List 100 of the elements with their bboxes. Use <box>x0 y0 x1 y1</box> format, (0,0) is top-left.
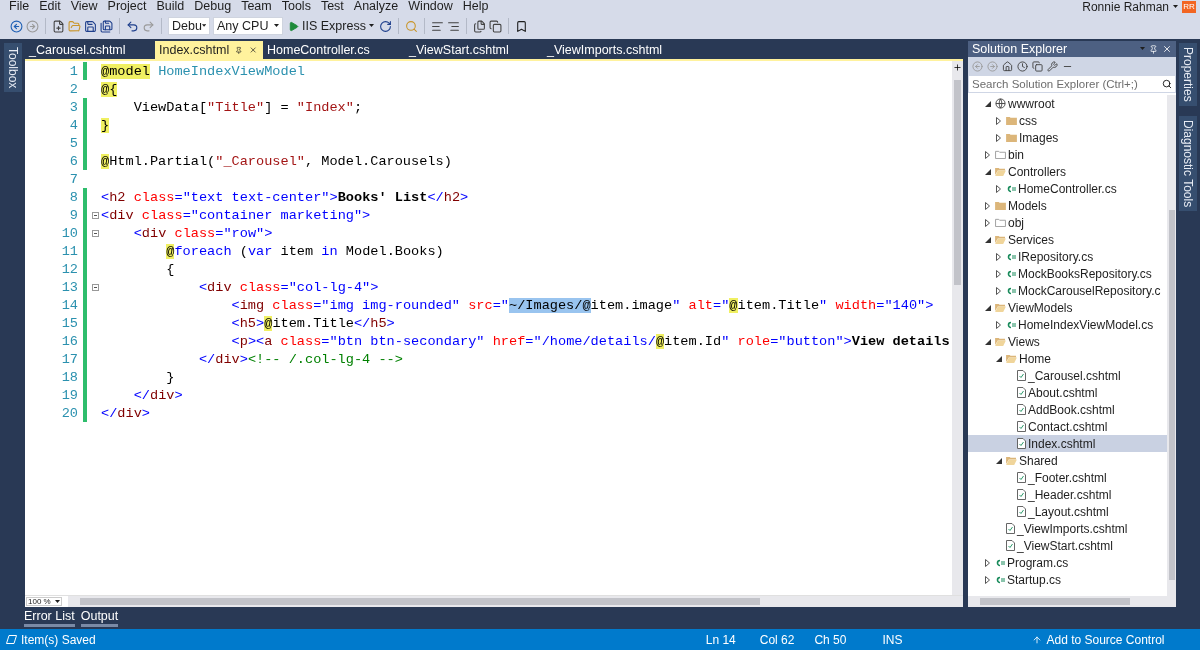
save-all-icon[interactable] <box>100 19 113 33</box>
tree-item[interactable]: Shared <box>968 452 1167 469</box>
new-file-icon[interactable] <box>52 19 65 33</box>
search-field[interactable]: Search Solution Explorer (Ctrl+;) <box>968 75 1176 93</box>
menu-item[interactable]: Help <box>457 0 494 13</box>
close-icon[interactable] <box>1162 44 1172 54</box>
tree-item[interactable]: Controllers <box>968 163 1167 180</box>
tree-item[interactable]: Images <box>968 129 1167 146</box>
menu-item[interactable]: Edit <box>34 0 66 13</box>
collapsed-arrow-icon[interactable] <box>985 150 990 159</box>
menu-item[interactable]: File <box>4 0 35 13</box>
editor-tab[interactable]: HomeController.cs <box>263 41 405 59</box>
split-icon[interactable] <box>953 63 962 72</box>
editor-tab[interactable]: _ViewStart.cshtml <box>405 41 543 59</box>
scrollbar-thumb[interactable] <box>1168 210 1175 580</box>
expanded-arrow-icon[interactable] <box>984 236 991 243</box>
vertical-scrollbar[interactable] <box>1167 95 1176 596</box>
outdent-icon[interactable] <box>430 19 444 33</box>
wrench-icon[interactable] <box>1047 60 1058 72</box>
tree-item[interactable]: ViewModels <box>968 299 1167 316</box>
home-icon[interactable] <box>1002 60 1013 72</box>
tree-item[interactable]: obj <box>968 214 1167 231</box>
scrollbar-thumb[interactable] <box>954 80 961 285</box>
tree-item[interactable]: _ViewStart.cshtml <box>968 537 1167 554</box>
collapse-icon[interactable] <box>92 283 99 291</box>
tree-item[interactable]: Views <box>968 333 1167 350</box>
expanded-arrow-icon[interactable] <box>995 457 1002 464</box>
tree-item[interactable]: Index.cshtml <box>968 435 1167 452</box>
menu-item[interactable]: Team <box>236 0 277 13</box>
menu-item[interactable]: Test <box>315 0 349 13</box>
tree-item[interactable]: HomeIndexViewModel.cs <box>968 316 1167 333</box>
clock-icon[interactable] <box>1017 60 1028 72</box>
menu-item[interactable]: Debug <box>189 0 237 13</box>
tree-item[interactable]: _Carousel.cshtml <box>968 367 1167 384</box>
tree-item[interactable]: css <box>968 112 1167 129</box>
scrollbar-thumb[interactable] <box>980 598 1130 605</box>
editor-tab[interactable]: _Carousel.cshtml <box>25 41 155 59</box>
collapsed-arrow-icon[interactable] <box>996 320 1001 329</box>
expanded-arrow-icon[interactable] <box>984 338 991 345</box>
undo-icon[interactable] <box>126 19 139 33</box>
collapsed-arrow-icon[interactable] <box>996 269 1001 278</box>
collapse-icon[interactable] <box>92 211 99 219</box>
tree-item[interactable]: MockBooksRepository.cs <box>968 265 1167 282</box>
tree-item[interactable]: IRepository.cs <box>968 248 1167 265</box>
vertical-scrollbar[interactable] <box>952 61 963 595</box>
collapsed-arrow-icon[interactable] <box>996 252 1001 261</box>
tree-item[interactable]: _Header.cshtml <box>968 486 1167 503</box>
bookmark-icon[interactable] <box>514 19 528 33</box>
collapsed-arrow-icon[interactable] <box>985 201 990 210</box>
tree-item[interactable]: HomeController.cs <box>968 180 1167 197</box>
tree-item[interactable]: Startup.cs <box>968 571 1167 588</box>
menu-item[interactable]: Window <box>403 0 458 13</box>
tree-item[interactable]: Models <box>968 197 1167 214</box>
menu-item[interactable]: Tools <box>276 0 316 13</box>
side-tab[interactable]: Toolbox <box>3 43 22 93</box>
expanded-arrow-icon[interactable] <box>995 355 1002 362</box>
collapsed-arrow-icon[interactable] <box>985 218 990 227</box>
horizontal-scrollbar[interactable] <box>968 596 1176 607</box>
side-tab[interactable]: Diagnostic Tools <box>1178 115 1197 211</box>
refresh-icon[interactable] <box>378 19 392 33</box>
menu-item[interactable]: View <box>65 0 103 13</box>
tree-item[interactable]: Program.cs <box>968 554 1167 571</box>
side-tab[interactable]: Properties <box>1178 43 1197 106</box>
collapsed-arrow-icon[interactable] <box>985 575 990 584</box>
expanded-arrow-icon[interactable] <box>984 100 991 107</box>
collapsed-arrow-icon[interactable] <box>996 184 1001 193</box>
editor-tab[interactable]: _ViewImports.cshtml <box>543 41 693 59</box>
tree-item[interactable]: MockCarouselRepository.c <box>968 282 1167 299</box>
tree-item[interactable]: Home <box>968 350 1167 367</box>
tree-item[interactable]: Services <box>968 231 1167 248</box>
pin-icon[interactable] <box>235 45 243 55</box>
pin-icon[interactable] <box>1149 44 1158 54</box>
tree-item[interactable]: _Footer.cshtml <box>968 469 1167 486</box>
expanded-arrow-icon[interactable] <box>984 304 991 311</box>
collapsed-arrow-icon[interactable] <box>996 133 1001 142</box>
editor-tab[interactable]: Index.cshtml <box>155 41 263 59</box>
menu-item[interactable]: Project <box>102 0 152 13</box>
back-icon[interactable] <box>10 19 23 33</box>
collapsed-arrow-icon[interactable] <box>996 116 1001 125</box>
collapse-icon[interactable] <box>92 229 99 237</box>
tree-item[interactable]: AddBook.cshtml <box>968 401 1167 418</box>
collapsed-arrow-icon[interactable] <box>996 286 1001 295</box>
source-control-button[interactable]: Add to Source Control <box>1032 632 1165 647</box>
collapsed-arrow-icon[interactable] <box>985 558 990 567</box>
tree-item[interactable]: bin <box>968 146 1167 163</box>
tree-item[interactable]: wwwroot <box>968 95 1167 112</box>
configuration-dropdown[interactable]: Debu <box>168 17 210 35</box>
expanded-arrow-icon[interactable] <box>984 168 991 175</box>
run-button[interactable]: IIS Express <box>286 19 376 33</box>
scrollbar-thumb[interactable] <box>80 598 760 605</box>
user-name[interactable]: Ronnie Rahman <box>1082 0 1169 14</box>
platform-dropdown[interactable]: Any CPU <box>213 17 283 35</box>
indent-icon[interactable] <box>446 19 460 33</box>
copy-icon[interactable] <box>1032 60 1043 72</box>
save-icon[interactable] <box>84 19 97 33</box>
horizontal-scrollbar[interactable] <box>68 596 963 607</box>
menu-item[interactable]: Analyze <box>348 0 404 13</box>
tree-item[interactable]: Contact.cshtml <box>968 418 1167 435</box>
tree-item[interactable]: _ViewImports.cshtml <box>968 520 1167 537</box>
zoom-dropdown[interactable]: 100 % <box>26 597 62 606</box>
